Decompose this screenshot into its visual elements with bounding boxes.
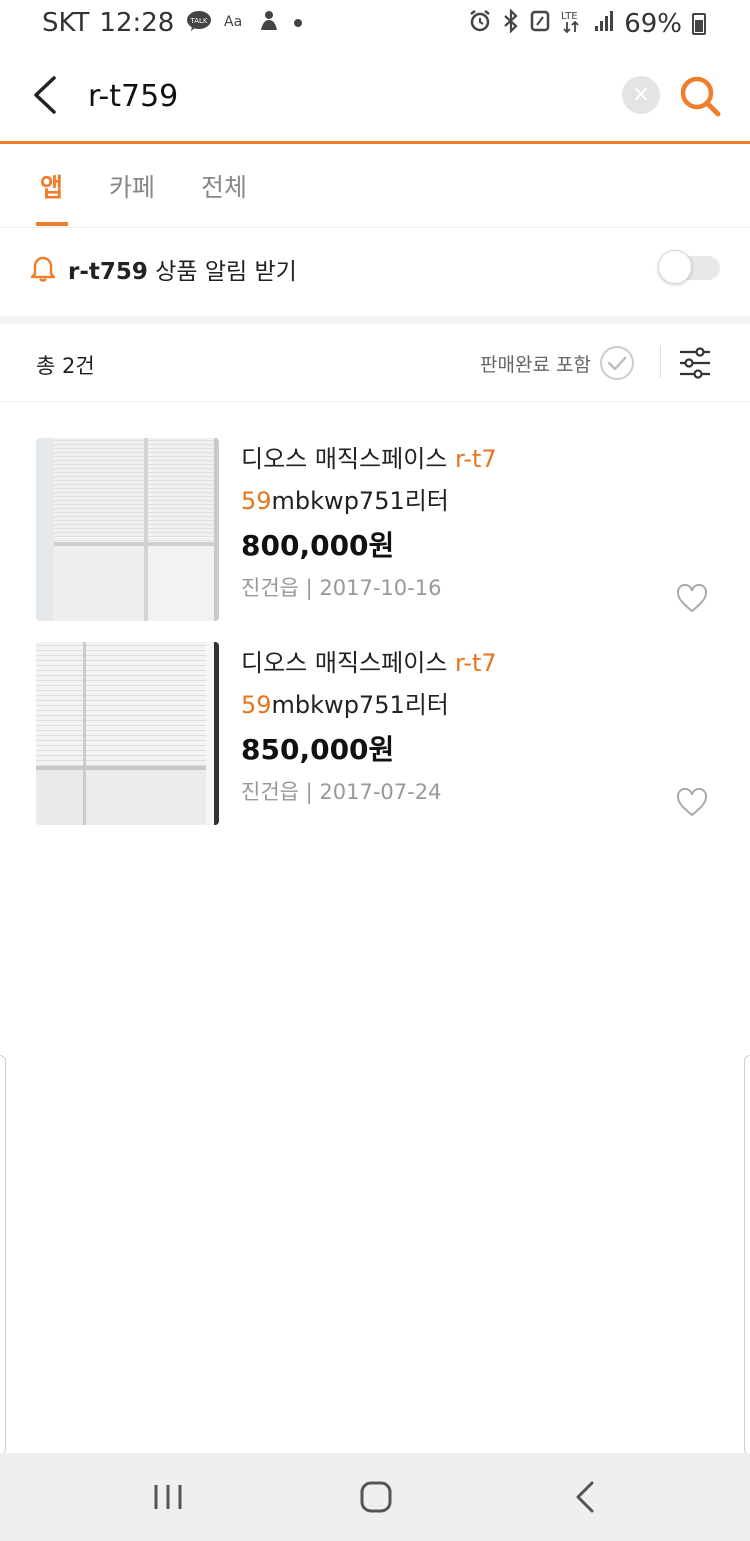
lte-icon: LTE bbox=[560, 8, 584, 39]
back-button[interactable] bbox=[26, 72, 66, 118]
product-item[interactable]: 디오스 매직스페이스 r-t759mbkwp751리터 800,000원 진건읍… bbox=[0, 438, 750, 634]
recent-apps-icon bbox=[154, 1485, 182, 1509]
close-icon: × bbox=[631, 82, 651, 107]
heart-icon[interactable] bbox=[676, 788, 708, 818]
clear-button[interactable]: × bbox=[622, 76, 660, 114]
font-icon: Aa bbox=[224, 11, 246, 36]
product-title: 디오스 매직스페이스 r-t759mbkwp751리터 bbox=[241, 438, 511, 522]
section-divider bbox=[0, 316, 750, 324]
filter-sliders-icon bbox=[680, 347, 710, 379]
battery-icon bbox=[692, 12, 706, 35]
search-input[interactable] bbox=[88, 72, 588, 120]
check-circle-icon bbox=[599, 346, 634, 380]
svg-text:LTE: LTE bbox=[561, 11, 578, 22]
product-location: 진건읍 bbox=[241, 576, 299, 600]
product-meta: 진건읍 | 2017-10-16 bbox=[241, 572, 441, 602]
alert-keyword: r-t759 bbox=[68, 259, 148, 285]
bluetooth-icon bbox=[502, 8, 520, 38]
title-prefix: 디오스 매직스페이스 bbox=[241, 649, 455, 677]
alert-label: r-t759 상품 알림 받기 bbox=[68, 252, 297, 286]
status-left: SKT 12:28 TALK Aa bbox=[42, 8, 304, 38]
tab-app[interactable]: 앱 bbox=[40, 168, 63, 204]
search-header: × bbox=[0, 48, 750, 144]
back-arrow-icon bbox=[34, 76, 56, 114]
silhouette-icon bbox=[258, 10, 280, 37]
product-thumbnail bbox=[36, 642, 219, 825]
product-thumbnail bbox=[36, 438, 219, 621]
heart-icon[interactable] bbox=[676, 584, 708, 614]
alert-text: 상품 알림 받기 bbox=[147, 259, 297, 285]
filter-button[interactable] bbox=[678, 346, 712, 380]
keyword-alert-row: r-t759 상품 알림 받기 bbox=[0, 228, 750, 316]
meta-separator: | bbox=[298, 780, 320, 804]
dot-icon bbox=[292, 13, 304, 34]
product-location: 진건읍 bbox=[241, 780, 299, 804]
nfc-icon bbox=[530, 10, 550, 37]
recent-apps-button[interactable] bbox=[148, 1477, 188, 1517]
system-nav-bar bbox=[0, 1453, 750, 1541]
meta-separator: | bbox=[298, 576, 320, 600]
product-price: 850,000원 bbox=[241, 733, 395, 766]
header-divider bbox=[660, 346, 661, 378]
search-icon bbox=[680, 76, 721, 117]
alarm-icon bbox=[468, 9, 492, 38]
talk-icon: TALK bbox=[186, 10, 212, 37]
status-bar: SKT 12:28 TALK Aa LTE 69% bbox=[0, 0, 750, 48]
include-sold-toggle[interactable]: 판매완료 포함 bbox=[480, 344, 635, 382]
carrier: SKT bbox=[42, 8, 90, 38]
product-date: 2017-07-24 bbox=[319, 780, 442, 804]
result-header: 총 2건 판매완료 포함 bbox=[0, 324, 750, 402]
clock: 12:28 bbox=[99, 8, 175, 38]
tab-all[interactable]: 전체 bbox=[201, 168, 247, 204]
alert-toggle[interactable] bbox=[658, 250, 720, 284]
product-item[interactable]: 디오스 매직스페이스 r-t759mbkwp751리터 850,000원 진건읍… bbox=[0, 642, 750, 838]
svg-text:TALK: TALK bbox=[190, 17, 208, 25]
product-title: 디오스 매직스페이스 r-t759mbkwp751리터 bbox=[241, 642, 511, 726]
svg-text:Aa: Aa bbox=[224, 14, 242, 30]
back-icon bbox=[576, 1481, 594, 1513]
title-suffix: mbkwp751리터 bbox=[271, 691, 449, 719]
product-date: 2017-10-16 bbox=[319, 576, 442, 600]
title-prefix: 디오스 매직스페이스 bbox=[241, 445, 455, 473]
bell-icon bbox=[30, 256, 56, 282]
home-icon bbox=[360, 1481, 392, 1513]
total-count: 총 2건 bbox=[36, 354, 95, 378]
status-right: LTE 69% bbox=[468, 8, 706, 39]
title-suffix: mbkwp751리터 bbox=[271, 487, 449, 515]
toggle-knob bbox=[658, 250, 692, 284]
edge-panel-handle-left[interactable] bbox=[0, 1055, 6, 1455]
edge-panel-handle-right[interactable] bbox=[744, 1055, 750, 1455]
signal-icon bbox=[594, 10, 614, 37]
product-price: 800,000원 bbox=[241, 529, 395, 562]
search-button[interactable] bbox=[678, 74, 722, 118]
tab-bar: 앱 카페 전체 bbox=[0, 146, 750, 228]
product-meta: 진건읍 | 2017-07-24 bbox=[241, 776, 441, 806]
home-button[interactable] bbox=[356, 1477, 396, 1517]
include-sold-label: 판매완료 포함 bbox=[480, 353, 591, 376]
battery-percent: 69% bbox=[624, 8, 682, 39]
tab-cafe[interactable]: 카페 bbox=[109, 168, 155, 204]
active-tab-indicator bbox=[36, 222, 68, 226]
nav-back-button[interactable] bbox=[566, 1477, 606, 1517]
